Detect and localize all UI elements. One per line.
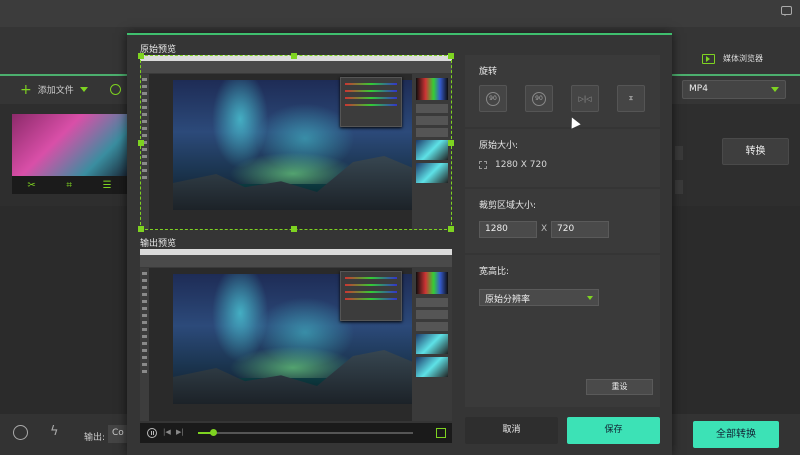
chevron-down-icon <box>771 87 779 96</box>
original-size-section: 原始大小: 1280 X 720 <box>465 129 660 187</box>
rotate-title: 旋转 <box>479 67 498 77</box>
reset-button[interactable]: 重设 <box>586 379 653 395</box>
plus-icon: + <box>20 81 32 98</box>
crop-width-input[interactable]: 1280 <box>479 221 537 238</box>
rotate-right-90-button[interactable]: 90 <box>525 85 553 112</box>
original-size-title: 原始大小: <box>479 141 519 151</box>
thumbnail-toolbar: ✂ ⌗ ☰ <box>12 176 127 194</box>
save-button[interactable]: 保存 <box>567 417 660 444</box>
flip-vertical-icon: ⧗ <box>628 94 634 102</box>
flip-vertical-button[interactable]: ⧗ <box>617 85 645 112</box>
screenshot-color-panel <box>340 77 402 127</box>
format-dropdown-stub[interactable] <box>675 180 683 194</box>
add-file-button[interactable]: + 添加文件 <box>20 81 88 98</box>
aspect-ratio-select[interactable]: 原始分辨率 <box>479 289 599 306</box>
output-preview <box>140 249 452 421</box>
resolution-icon <box>479 161 487 169</box>
media-browser-label: 媒体浏览器 <box>723 54 763 63</box>
aspect-ratio-title: 宽高比: <box>479 267 510 277</box>
previous-frame-icon[interactable]: |◀ <box>163 428 171 436</box>
output-preview-label: 输出预览 <box>140 239 177 249</box>
crop-icon[interactable]: ⌗ <box>66 180 72 191</box>
convert-all-button[interactable]: 全部转换 <box>693 421 779 448</box>
media-browser-button[interactable]: 媒体浏览器 <box>702 53 763 64</box>
flip-horizontal-button[interactable]: ▷|◁ <box>571 85 599 112</box>
aspect-ratio-section: 宽高比: 原始分辨率 重设 <box>465 255 660 407</box>
crop-size-separator: X <box>541 224 548 234</box>
rotate-right-90-icon: 90 <box>532 91 546 106</box>
cancel-button[interactable]: 取消 <box>465 417 558 444</box>
crop-size-title: 裁剪区域大小: <box>479 201 537 211</box>
format-dropdown-stub[interactable] <box>675 146 683 160</box>
pause-icon[interactable] <box>147 428 157 438</box>
add-file-label: 添加文件 <box>37 86 74 96</box>
chat-icon[interactable] <box>781 6 792 16</box>
original-preview-label: 原始预览 <box>140 45 177 55</box>
output-path-field[interactable]: Co <box>108 425 128 443</box>
scissors-icon[interactable]: ✂ <box>27 180 35 191</box>
next-frame-icon[interactable]: ▶| <box>176 428 184 436</box>
convert-button[interactable]: 转换 <box>722 138 789 165</box>
aspect-ratio-value: 原始分辨率 <box>485 295 531 305</box>
crop-size-section: 裁剪区域大小: 1280 X 720 <box>465 189 660 253</box>
original-size-value: 1280 X 720 <box>479 160 547 170</box>
screenshot-toolbar <box>140 61 452 74</box>
output-label: 输出: <box>84 433 106 443</box>
playback-knob[interactable] <box>210 429 218 436</box>
dvd-icon[interactable] <box>110 84 121 95</box>
rotate-left-90-icon: 90 <box>486 91 500 106</box>
screenshot-side-panel <box>412 74 452 230</box>
crop-height-input[interactable]: 720 <box>551 221 609 238</box>
chevron-down-icon <box>587 296 593 303</box>
rotate-section: 旋转 90 90 ▷|◁ ⧗ <box>465 55 660 127</box>
screenshot-toolbox <box>140 74 149 230</box>
media-browser-icon <box>702 53 715 64</box>
effects-icon[interactable]: ☰ <box>103 180 112 191</box>
video-thumbnail <box>12 114 127 176</box>
crop-dialog: 原始预览 输出预览 |◀ ▶| 旋转 90 90 ▷|◁ ⧗ 原始大小: 128… <box>127 33 672 455</box>
alarm-clock-icon[interactable] <box>13 425 28 440</box>
fullscreen-icon[interactable] <box>436 428 446 438</box>
original-size-text: 1280 X 720 <box>495 160 547 170</box>
original-preview <box>140 55 452 230</box>
rotate-left-90-button[interactable]: 90 <box>479 85 507 112</box>
flip-horizontal-icon: ▷|◁ <box>578 94 592 103</box>
output-format-value: MP4 <box>689 84 708 94</box>
chevron-down-icon[interactable] <box>79 87 88 96</box>
output-format-select[interactable]: MP4 <box>682 80 786 99</box>
playback-slider[interactable] <box>198 429 413 436</box>
title-bar <box>0 0 800 27</box>
player-controls: |◀ ▶| <box>140 423 452 443</box>
lightning-icon[interactable]: ϟ <box>50 424 59 439</box>
file-thumbnail-card[interactable]: ✂ ⌗ ☰ <box>12 114 127 194</box>
